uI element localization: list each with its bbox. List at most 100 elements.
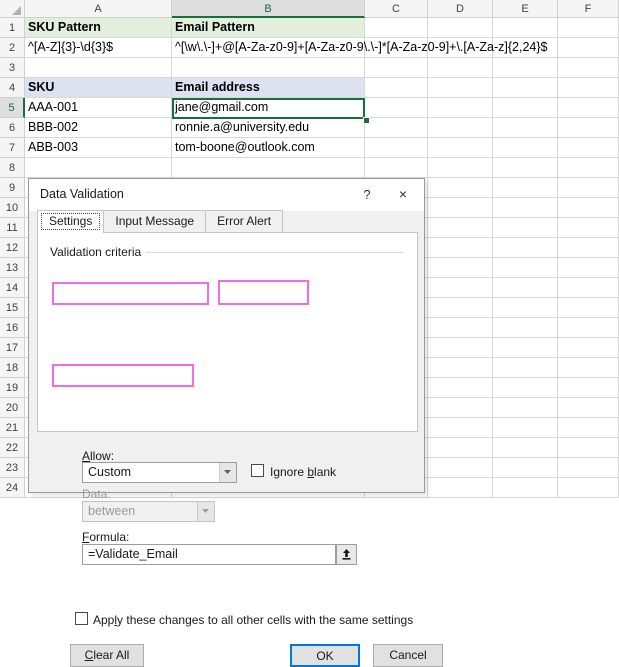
row-header-20[interactable]: 20 [0, 398, 25, 418]
column-header-a[interactable]: A [25, 0, 172, 18]
cell-A4[interactable]: SKU [25, 78, 172, 98]
cell-C6[interactable] [365, 118, 428, 138]
cell-D20[interactable] [428, 398, 493, 418]
cell-F18[interactable] [558, 358, 619, 378]
row-header-6[interactable]: 6 [0, 118, 25, 138]
cell-F6[interactable] [558, 118, 619, 138]
row-header-9[interactable]: 9 [0, 178, 25, 198]
row-header-7[interactable]: 7 [0, 138, 25, 158]
cell-E12[interactable] [493, 238, 558, 258]
cell-F8[interactable] [558, 158, 619, 178]
cell-C4[interactable] [365, 78, 428, 98]
cell-F22[interactable] [558, 438, 619, 458]
cell-E10[interactable] [493, 198, 558, 218]
row-header-18[interactable]: 18 [0, 358, 25, 378]
cell-A8[interactable] [25, 158, 172, 178]
cell-D18[interactable] [428, 358, 493, 378]
tab-input-message[interactable]: Input Message [103, 210, 207, 232]
fill-handle[interactable] [363, 117, 370, 124]
column-header-b[interactable]: B [172, 0, 365, 18]
cell-E9[interactable] [493, 178, 558, 198]
cell-C1[interactable] [365, 18, 428, 38]
cell-A1[interactable]: SKU Pattern [25, 18, 172, 38]
cell-D23[interactable] [428, 458, 493, 478]
cell-C7[interactable] [365, 138, 428, 158]
cancel-button[interactable]: Cancel [373, 644, 443, 667]
cell-D22[interactable] [428, 438, 493, 458]
cell-F10[interactable] [558, 198, 619, 218]
cell-E24[interactable] [493, 478, 558, 498]
cell-D9[interactable] [428, 178, 493, 198]
cell-B5[interactable]: jane@gmail.com [172, 98, 365, 118]
row-header-13[interactable]: 13 [0, 258, 25, 278]
row-header-11[interactable]: 11 [0, 218, 25, 238]
cell-F3[interactable] [558, 58, 619, 78]
cell-C3[interactable] [365, 58, 428, 78]
cell-F16[interactable] [558, 318, 619, 338]
cell-D6[interactable] [428, 118, 493, 138]
cell-D21[interactable] [428, 418, 493, 438]
row-header-8[interactable]: 8 [0, 158, 25, 178]
cell-F15[interactable] [558, 298, 619, 318]
cell-D11[interactable] [428, 218, 493, 238]
cell-E14[interactable] [493, 278, 558, 298]
data-dropdown[interactable]: between [82, 501, 215, 522]
row-header-19[interactable]: 19 [0, 378, 25, 398]
apply-all-checkbox[interactable] [75, 612, 88, 625]
cell-E6[interactable] [493, 118, 558, 138]
tab-settings[interactable]: Settings [37, 210, 105, 233]
cell-E16[interactable] [493, 318, 558, 338]
row-header-22[interactable]: 22 [0, 438, 25, 458]
cell-F20[interactable] [558, 398, 619, 418]
cell-D4[interactable] [428, 78, 493, 98]
column-header-f[interactable]: F [558, 0, 619, 18]
cell-F4[interactable] [558, 78, 619, 98]
cell-E4[interactable] [493, 78, 558, 98]
cell-E13[interactable] [493, 258, 558, 278]
cell-D1[interactable] [428, 18, 493, 38]
cell-D7[interactable] [428, 138, 493, 158]
cell-D24[interactable] [428, 478, 493, 498]
ignore-blank-checkbox[interactable] [251, 464, 264, 477]
row-header-14[interactable]: 14 [0, 278, 25, 298]
row-header-4[interactable]: 4 [0, 78, 25, 98]
row-header-17[interactable]: 17 [0, 338, 25, 358]
cell-F2[interactable] [558, 38, 619, 58]
cell-F23[interactable] [558, 458, 619, 478]
cell-D14[interactable] [428, 278, 493, 298]
cell-E5[interactable] [493, 98, 558, 118]
cell-E21[interactable] [493, 418, 558, 438]
cell-E20[interactable] [493, 398, 558, 418]
allow-dropdown[interactable]: Custom [82, 462, 237, 483]
row-header-23[interactable]: 23 [0, 458, 25, 478]
cell-A3[interactable] [25, 58, 172, 78]
cell-F12[interactable] [558, 238, 619, 258]
clear-all-button[interactable]: Clear All [70, 644, 144, 667]
row-header-3[interactable]: 3 [0, 58, 25, 78]
row-header-15[interactable]: 15 [0, 298, 25, 318]
cell-A6[interactable]: BBB-002 [25, 118, 172, 138]
cell-E15[interactable] [493, 298, 558, 318]
cell-A7[interactable]: ABB-003 [25, 138, 172, 158]
cell-E8[interactable] [493, 158, 558, 178]
cell-E17[interactable] [493, 338, 558, 358]
cell-D8[interactable] [428, 158, 493, 178]
ok-button[interactable]: OK [290, 644, 360, 667]
cell-C5[interactable] [365, 98, 428, 118]
cell-D15[interactable] [428, 298, 493, 318]
row-header-2[interactable]: 2 [0, 38, 25, 58]
cell-D17[interactable] [428, 338, 493, 358]
select-all-corner[interactable] [0, 0, 25, 18]
cell-E3[interactable] [493, 58, 558, 78]
cell-B8[interactable] [172, 158, 365, 178]
row-header-10[interactable]: 10 [0, 198, 25, 218]
close-icon[interactable]: × [390, 184, 416, 205]
cell-B7[interactable]: tom-boone@outlook.com [172, 138, 365, 158]
cell-F14[interactable] [558, 278, 619, 298]
cell-F17[interactable] [558, 338, 619, 358]
cell-B2[interactable]: ^[\w\.\-]+@[A-Za-z0-9]+[A-Za-z0-9\.\-]*[… [172, 38, 548, 58]
cell-D13[interactable] [428, 258, 493, 278]
row-header-5[interactable]: 5 [0, 98, 25, 118]
cell-D5[interactable] [428, 98, 493, 118]
cell-C8[interactable] [365, 158, 428, 178]
